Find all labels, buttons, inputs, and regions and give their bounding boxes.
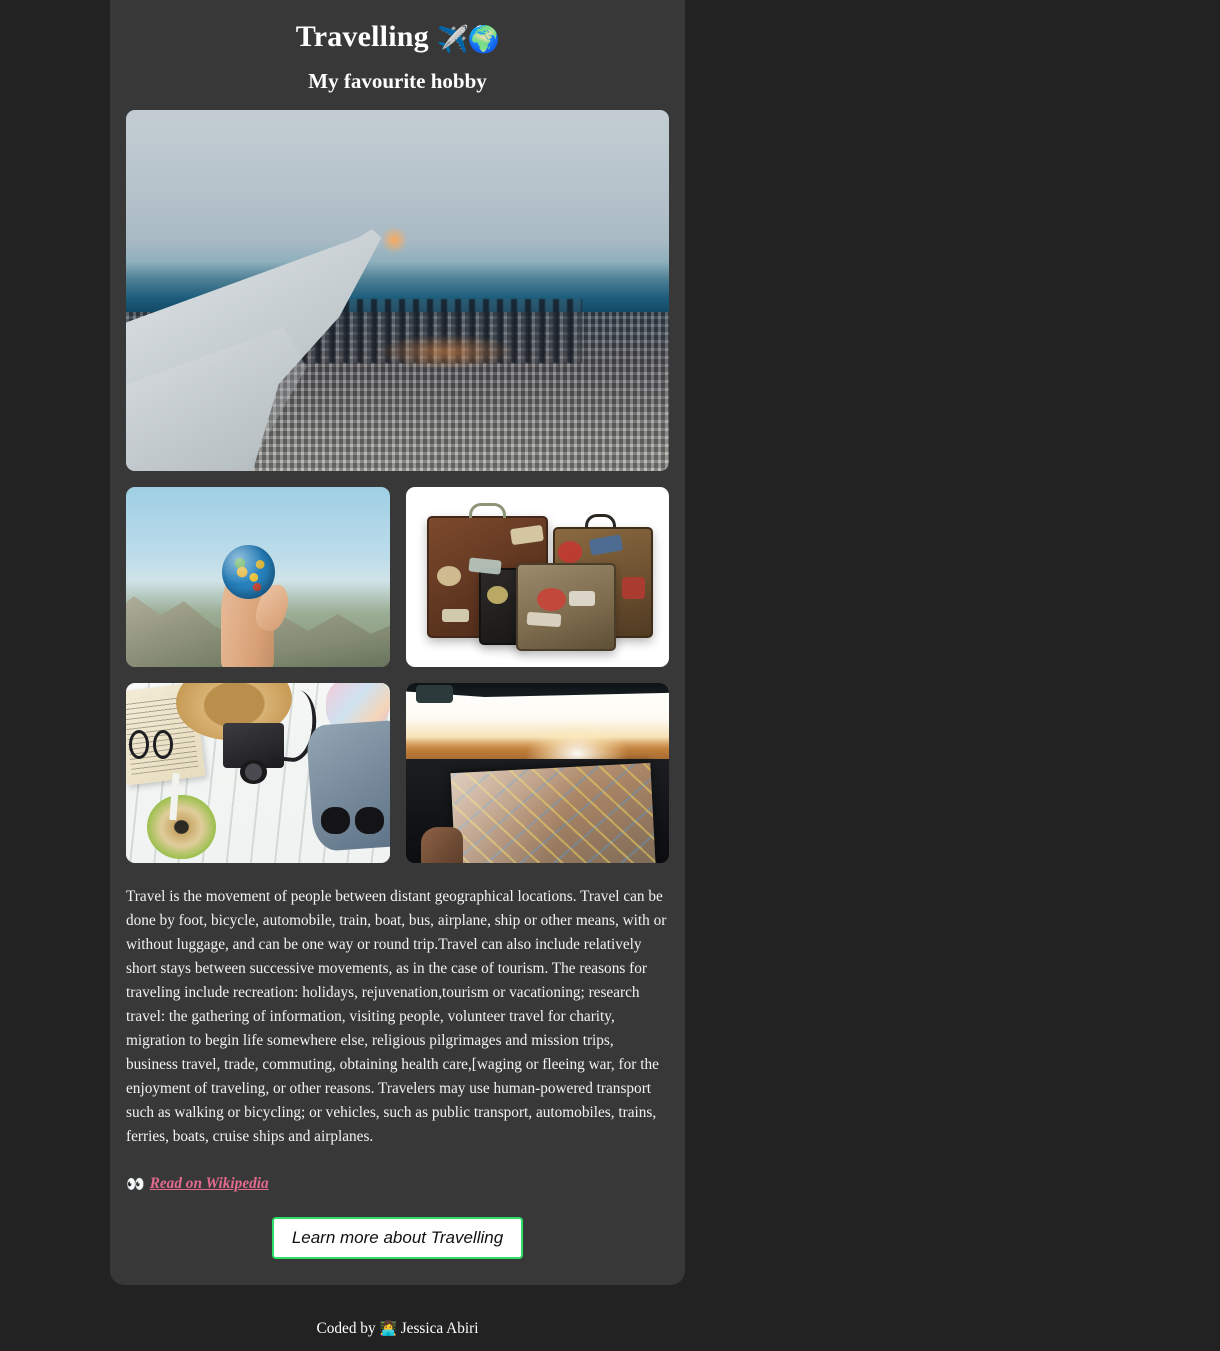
suitcase-front (516, 562, 617, 651)
hero-wing-light (381, 225, 409, 255)
cta-row: Learn more about Travelling (126, 1217, 669, 1259)
suitcase-handle-medium (584, 514, 617, 529)
hand-holding-map (421, 827, 464, 863)
page-root: Travelling ✈️🌍 My favourite hobby Travel… (0, 0, 1220, 1351)
footer: Coded by 👩‍💻 Jessica Abiri (110, 1320, 685, 1338)
article-paragraph: Travel is the movement of people between… (126, 888, 667, 1145)
gallery-image-road-trip-map (405, 683, 669, 863)
sticker (558, 541, 583, 563)
gallery-image-vintage-suitcases (405, 487, 669, 667)
woman-technologist-icon: 👩‍💻 (379, 1321, 397, 1337)
eyeglasses-icon (128, 729, 174, 759)
plane-globe-icon: ✈️🌍 (436, 25, 501, 55)
sticker (568, 591, 596, 606)
page-subtitle: My favourite hobby (308, 69, 487, 93)
image-gallery (126, 487, 669, 863)
sticker (442, 609, 469, 622)
sticker (621, 577, 646, 599)
eyes-icon: 👀 (126, 1174, 145, 1193)
rear-view-mirror (416, 684, 453, 703)
footer-author: Jessica Abiri (400, 1320, 479, 1337)
coconut-drink (147, 794, 216, 860)
read-on-wikipedia-link[interactable]: Read on Wikipedia (150, 1175, 269, 1193)
footer-prefix: Coded by (316, 1320, 376, 1337)
content-card: Travelling ✈️🌍 My favourite hobby Travel… (110, 0, 685, 1285)
page-title-text: Travelling (295, 20, 429, 53)
learn-more-button[interactable]: Learn more about Travelling (271, 1217, 524, 1259)
suitcase-handle-large (468, 503, 506, 518)
wikipedia-link-row: 👀 Read on Wikipedia (126, 1175, 669, 1193)
globe-shape (222, 544, 275, 599)
gallery-image-travel-flatlay (126, 683, 390, 863)
hero-image (126, 110, 669, 471)
gallery-image-globe-in-hand (126, 487, 390, 667)
sticker (437, 566, 461, 586)
page-title: Travelling ✈️🌍 (126, 0, 669, 55)
paper-map (450, 762, 656, 863)
sunglasses-icon (321, 807, 385, 835)
hero-city-glow (375, 333, 517, 370)
sticker (526, 611, 562, 627)
